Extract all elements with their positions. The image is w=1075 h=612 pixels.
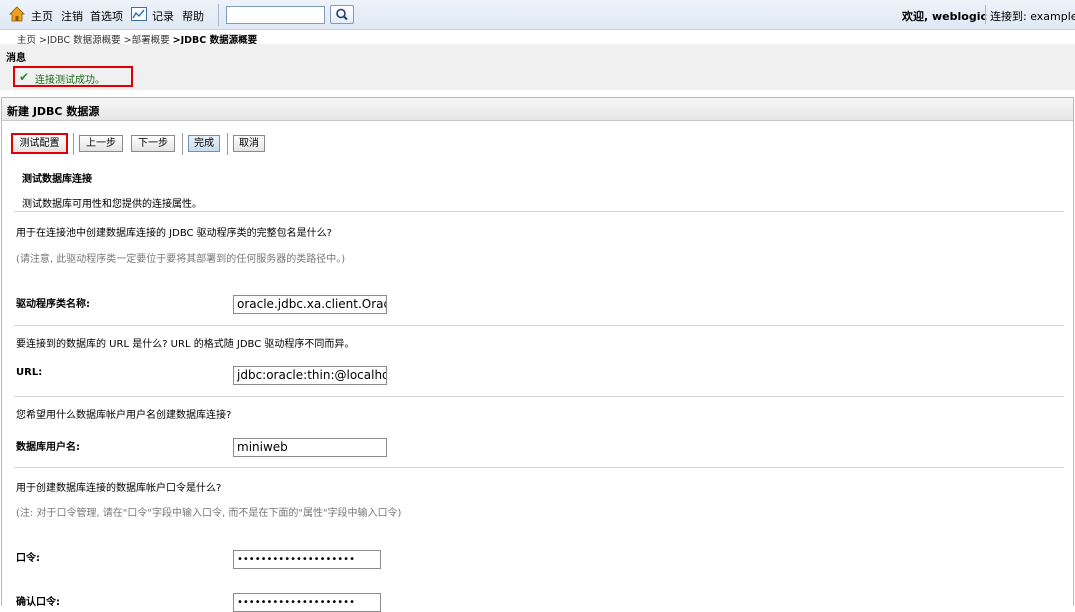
username-question: 您希望用什么数据库帐户用户名创建数据库连接? — [16, 410, 232, 421]
section-description: 测试数据库可用性和您提供的连接属性。 — [22, 199, 202, 210]
panel-header: 新建 JDBC 数据源 — [2, 98, 1073, 121]
toolbar-divider — [985, 5, 986, 24]
url-label: URL: — [16, 367, 43, 378]
preferences-link[interactable]: 首选项 — [90, 8, 123, 24]
test-configuration-button[interactable]: 测试配置 — [11, 133, 68, 154]
welcome-text: 欢迎, weblogic — [902, 10, 987, 23]
confirm-password-field[interactable]: •••••••••••••••••••• — [233, 593, 381, 612]
cancel-button[interactable]: 取消 — [233, 135, 265, 152]
home-link[interactable]: 主页 — [31, 8, 53, 24]
button-divider — [73, 133, 74, 155]
url-question: 要连接到的数据库的 URL 是什么? URL 的格式随 JDBC 驱动程序不同而… — [16, 339, 355, 350]
connected-to-text: 连接到: example — [990, 10, 1075, 23]
divider — [14, 396, 1064, 397]
url-field[interactable]: jdbc:oracle:thin:@localhost:1521:orcl — [233, 366, 387, 385]
divider — [14, 467, 1064, 468]
logout-link[interactable]: 注销 — [61, 8, 83, 24]
password-note: (注: 对于口令管理, 请在"口令"字段中输入口令, 而不是在下面的"属性"字段… — [16, 508, 402, 519]
message-area: 消息 ✔ 连接测试成功。 — [0, 44, 1075, 90]
button-divider — [227, 133, 228, 155]
check-icon: ✔ — [19, 70, 30, 84]
home-icon[interactable] — [9, 6, 25, 22]
new-datasource-panel: 新建 JDBC 数据源 测试配置 上一步 下一步 完成 取消 测试数据库连接 测… — [1, 97, 1074, 612]
back-button[interactable]: 上一步 — [79, 135, 123, 152]
search-icon — [336, 8, 348, 21]
success-message-text: 连接测试成功。 — [35, 75, 105, 86]
divider — [14, 211, 1064, 212]
section-title: 测试数据库连接 — [22, 174, 92, 185]
password-field[interactable]: •••••••••••••••••••• — [233, 550, 381, 569]
button-divider — [182, 133, 183, 155]
driver-class-field[interactable]: oracle.jdbc.xa.client.OracleXADataSource — [233, 295, 387, 314]
username-label: 数据库用户名: — [16, 442, 80, 453]
password-question: 用于创建数据库连接的数据库帐户口令是什么? — [16, 483, 222, 494]
toolbar-divider — [218, 4, 219, 26]
finish-button[interactable]: 完成 — [188, 135, 220, 152]
username-field[interactable]: miniweb — [233, 438, 387, 457]
search-button[interactable] — [330, 5, 354, 24]
panel-title: 新建 JDBC 数据源 — [7, 105, 100, 118]
driver-note: (请注意, 此驱动程序类一定要位于要将其部署到的任何服务器的类路径中。) — [16, 254, 346, 265]
divider — [14, 325, 1064, 326]
record-link[interactable]: 记录 — [152, 8, 174, 24]
message-title: 消息 — [6, 53, 26, 64]
search-input[interactable] — [226, 6, 325, 24]
next-button[interactable]: 下一步 — [131, 135, 175, 152]
top-toolbar: 主页 注销 首选项 记录 帮助 欢迎, weblogic 连接到: exampl… — [0, 0, 1075, 30]
driver-class-label: 驱动程序类名称: — [16, 299, 90, 310]
driver-question: 用于在连接池中创建数据库连接的 JDBC 驱动程序类的完整包名是什么? — [16, 228, 332, 239]
success-message: ✔ 连接测试成功。 — [13, 66, 133, 87]
password-label: 口令: — [16, 553, 40, 564]
record-icon[interactable] — [131, 7, 147, 21]
help-link[interactable]: 帮助 — [182, 8, 204, 24]
